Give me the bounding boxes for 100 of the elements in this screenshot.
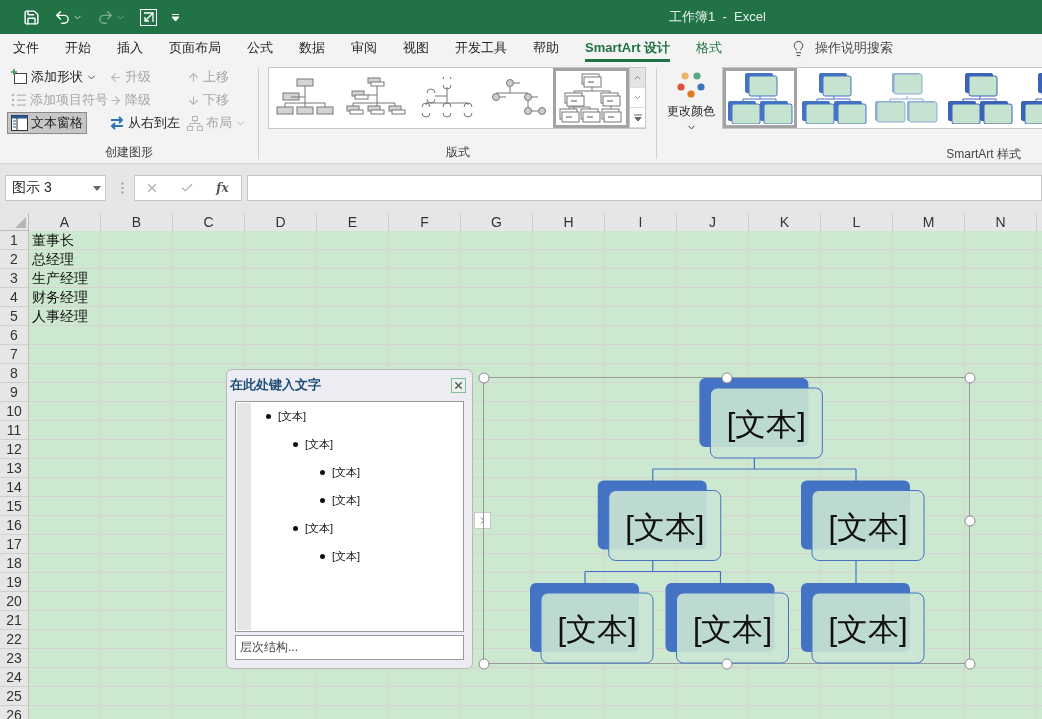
resize-handle[interactable] [964, 372, 976, 384]
add-shape-icon [11, 69, 28, 85]
row-header[interactable]: 25 [0, 687, 29, 706]
insert-function-button[interactable]: fx [214, 181, 231, 195]
row-header[interactable]: 24 [0, 668, 29, 687]
menu-tab[interactable]: 数据 [299, 34, 325, 62]
resize-handle[interactable] [964, 658, 976, 670]
name-box[interactable]: 图示 3 [5, 175, 106, 201]
table-cell-text: 董事长 [31, 231, 75, 250]
row-header[interactable]: 4 [0, 288, 29, 307]
row-header[interactable]: 16 [0, 516, 29, 535]
row-header[interactable]: 6 [0, 326, 29, 345]
name-box-text: 图示 3 [12, 179, 52, 197]
org-chart-style-icon [946, 72, 1013, 124]
row-header[interactable]: 20 [0, 592, 29, 611]
row-header[interactable]: 5 [0, 307, 29, 326]
row-header[interactable]: 8 [0, 364, 29, 383]
row-header[interactable]: 12 [0, 440, 29, 459]
square-arrow-icon [140, 8, 157, 26]
bullet-list-icon [11, 93, 27, 107]
table-cell-text: 人事经理 [31, 307, 89, 326]
table-cell-text: 总经理 [31, 250, 75, 269]
menu-tab[interactable]: 开发工具 [455, 34, 507, 62]
change-colors-button[interactable]: 更改颜色 [662, 67, 720, 145]
row-header[interactable]: 10 [0, 402, 29, 421]
menu-tab[interactable]: 文件 [13, 34, 39, 62]
close-button[interactable] [451, 378, 466, 393]
menu-tab[interactable]: 页面布局 [169, 34, 221, 62]
caret-icon [171, 12, 180, 22]
row-header[interactable]: 19 [0, 573, 29, 592]
shape-label: [文本] [625, 509, 705, 545]
row-header[interactable]: 14 [0, 478, 29, 497]
select-all-icon[interactable] [15, 217, 26, 228]
org-chart-style-icon [727, 72, 793, 124]
row-header[interactable]: 1 [0, 231, 29, 250]
bullet-text[interactable]: [文本] [332, 548, 361, 564]
bullet-icon [293, 525, 298, 531]
org-chart-style-icon [873, 72, 940, 124]
row-header[interactable]: 9 [0, 383, 29, 402]
bullet-text[interactable]: [文本] [332, 492, 361, 508]
row-header[interactable]: 3 [0, 269, 29, 288]
org-chart-style-icon [800, 72, 867, 124]
bullet-icon [320, 553, 325, 559]
formula-input[interactable] [247, 175, 1042, 201]
bullet-text[interactable]: [文本] [278, 408, 307, 424]
more-button[interactable] [630, 108, 645, 128]
resize-handle[interactable] [721, 372, 733, 384]
row-header[interactable]: 23 [0, 649, 29, 668]
ribbon-button[interactable]: 文本窗格 [7, 112, 87, 134]
color-dots-icon [676, 71, 706, 101]
tell-me-search[interactable]: 操作说明搜索 [784, 38, 900, 58]
bullet-text[interactable]: [文本] [332, 464, 361, 480]
arrow-right-icon [109, 93, 122, 107]
style-option[interactable] [723, 68, 797, 128]
shape-label: [文本] [557, 612, 637, 647]
menu-tab[interactable]: 审阅 [351, 34, 377, 62]
row-header[interactable]: 15 [0, 497, 29, 516]
shape-label: [文本] [692, 612, 773, 647]
window-title: 工作簿1 - Excel [669, 8, 766, 26]
undo-icon [54, 8, 71, 26]
resize-handle[interactable] [478, 658, 490, 670]
menu-tab[interactable]: 帮助 [533, 34, 559, 62]
expand-gallery-icon [633, 113, 642, 122]
row-header[interactable]: 21 [0, 611, 29, 630]
shape-label: [文本] [828, 612, 908, 647]
chevron-up-icon [633, 73, 642, 82]
stacked-hierarchy-icon [559, 73, 623, 123]
hierarchy-icon [187, 115, 203, 131]
shape-label: [文本] [828, 509, 908, 545]
row-header[interactable]: 13 [0, 459, 29, 478]
hierarchy-link[interactable]: 层次结构... [235, 635, 464, 660]
row-header[interactable]: 2 [0, 250, 29, 269]
touch-mode-button[interactable] [137, 6, 160, 28]
arrow-left-icon [109, 70, 122, 84]
layout-option[interactable] [553, 68, 629, 128]
bullet-icon [293, 441, 298, 447]
bullet-text[interactable]: [文本] [305, 520, 334, 536]
ribbon-button[interactable]: 添加形状 [7, 66, 101, 88]
menu-tab[interactable]: 公式 [247, 34, 273, 62]
resize-handle[interactable] [721, 658, 733, 670]
save-icon [23, 8, 40, 26]
resize-handle[interactable] [478, 372, 490, 384]
row-header[interactable]: 7 [0, 345, 29, 364]
row-header[interactable]: 11 [0, 421, 29, 440]
row-header[interactable]: 22 [0, 630, 29, 649]
expand-button[interactable] [474, 512, 491, 529]
pane-title: 在此处键入文字 [230, 377, 321, 394]
row-header[interactable]: 17 [0, 535, 29, 554]
resize-handle[interactable] [964, 515, 976, 527]
arrow-up-icon [187, 70, 200, 84]
menu-tab[interactable]: 开始 [65, 34, 91, 62]
enter-icon[interactable] [179, 181, 194, 195]
row-header[interactable]: 18 [0, 554, 29, 573]
menu-tab[interactable]: 插入 [117, 34, 143, 62]
ribbon-button[interactable]: 从右到左 [105, 112, 184, 134]
menu-tab[interactable]: 格式 [696, 34, 723, 62]
grip-icon [121, 182, 124, 194]
chevron-down-icon [633, 93, 642, 102]
menu-tab[interactable]: 视图 [403, 34, 429, 62]
bullet-text[interactable]: [文本] [305, 436, 334, 452]
